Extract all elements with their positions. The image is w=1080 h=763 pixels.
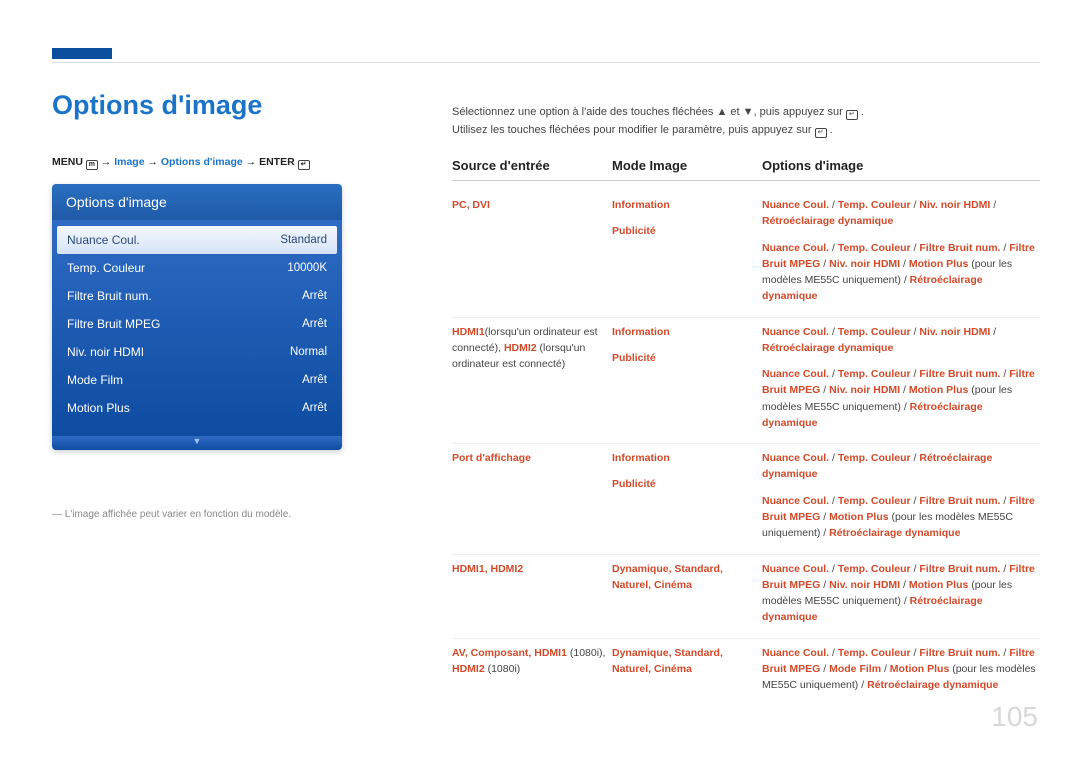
osd-item-value: Normal — [290, 346, 327, 358]
enter-icon: ↵ — [846, 110, 858, 120]
cell-options: Nuance Coul. / Temp. Couleur / Filtre Br… — [762, 561, 1040, 626]
scroll-down-icon[interactable]: ▼ — [52, 436, 342, 450]
cell-mode: Dynamique, Standard, Naturel, Cinéma — [612, 561, 762, 626]
osd-title: Options d'image — [52, 184, 342, 220]
osd-item[interactable]: Filtre Bruit num. Arrêt — [57, 282, 337, 310]
menu-icon: m — [86, 160, 98, 170]
description: Sélectionnez une option à l'aide des tou… — [452, 104, 1040, 139]
breadcrumb-seg: Options d'image — [161, 156, 243, 168]
osd-panel: Options d'image Nuance Coul. Standard Te… — [52, 184, 342, 450]
osd-item-label: Niv. noir HDMI — [67, 345, 144, 359]
cell-options: Nuance Coul. / Temp. Couleur / Niv. noir… — [762, 324, 1040, 432]
breadcrumb-enter: ENTER — [259, 156, 295, 168]
cell-source: PC, DVI — [452, 197, 612, 305]
page-number: 105 — [991, 701, 1038, 733]
footnote: ― L'image affichée peut varier en foncti… — [52, 509, 291, 520]
cell-options: Nuance Coul. / Temp. Couleur / Niv. noir… — [762, 197, 1040, 305]
col-header-options: Options d'image — [762, 158, 1040, 173]
osd-item[interactable]: Nuance Coul. Standard — [57, 226, 337, 254]
table-row: Port d'affichageInformationPublicitéNuan… — [452, 444, 1040, 554]
table-header: Source d'entrée Mode Image Options d'ima… — [452, 158, 1040, 181]
table-body: PC, DVIInformationPublicitéNuance Coul. … — [452, 191, 1040, 705]
breadcrumb-menu: MENU — [52, 156, 83, 168]
breadcrumb-seg: Image — [114, 156, 144, 168]
desc-line: Utilisez les touches fléchées pour modif… — [452, 124, 815, 136]
osd-item-label: Filtre Bruit MPEG — [67, 317, 160, 331]
desc-line: . — [861, 106, 864, 118]
desc-line: Sélectionnez une option à l'aide des tou… — [452, 106, 846, 118]
cell-source: AV, Composant, HDMI1 (1080i), HDMI2 (108… — [452, 645, 612, 694]
osd-item[interactable]: Temp. Couleur 10000K — [57, 254, 337, 282]
enter-icon: ↵ — [815, 128, 827, 138]
cell-mode: Dynamique, Standard, Naturel, Cinéma — [612, 645, 762, 694]
table-row: HDMI1(lorsqu'un ordinateur est connecté)… — [452, 318, 1040, 445]
cell-source: Port d'affichage — [452, 450, 612, 541]
osd-item[interactable]: Niv. noir HDMI Normal — [57, 338, 337, 366]
osd-item-label: Mode Film — [67, 373, 123, 387]
osd-item-value: Arrêt — [302, 374, 327, 386]
table-row: PC, DVIInformationPublicitéNuance Coul. … — [452, 191, 1040, 318]
col-header-mode: Mode Image — [612, 158, 762, 173]
osd-item-value: Arrêt — [302, 402, 327, 414]
osd-item[interactable]: Filtre Bruit MPEG Arrêt — [57, 310, 337, 338]
cell-mode: InformationPublicité — [612, 197, 762, 305]
horizontal-rule — [52, 62, 1040, 63]
cell-options: Nuance Coul. / Temp. Couleur / Rétroécla… — [762, 450, 1040, 541]
osd-item-value: 10000K — [287, 262, 327, 274]
osd-item-label: Motion Plus — [67, 401, 130, 415]
col-header-source: Source d'entrée — [452, 158, 612, 173]
desc-line: . — [830, 124, 833, 136]
osd-item[interactable]: Mode Film Arrêt — [57, 366, 337, 394]
page-accent-bar — [52, 48, 112, 59]
cell-mode: InformationPublicité — [612, 324, 762, 432]
osd-item-value: Arrêt — [302, 318, 327, 330]
cell-source: HDMI1, HDMI2 — [452, 561, 612, 626]
osd-item-label: Nuance Coul. — [67, 233, 140, 247]
osd-item-label: Filtre Bruit num. — [67, 289, 152, 303]
osd-item-value: Arrêt — [302, 290, 327, 302]
osd-list: Nuance Coul. Standard Temp. Couleur 1000… — [52, 220, 342, 436]
table-row: HDMI1, HDMI2Dynamique, Standard, Naturel… — [452, 555, 1040, 639]
osd-item[interactable]: Motion Plus Arrêt — [57, 394, 337, 422]
cell-source: HDMI1(lorsqu'un ordinateur est connecté)… — [452, 324, 612, 432]
table-row: AV, Composant, HDMI1 (1080i), HDMI2 (108… — [452, 639, 1040, 706]
breadcrumb: MENU m → Image → Options d'image → ENTER… — [52, 156, 310, 170]
options-table: Source d'entrée Mode Image Options d'ima… — [452, 158, 1040, 705]
enter-icon: ↵ — [298, 160, 310, 170]
osd-item-label: Temp. Couleur — [67, 261, 145, 275]
osd-item-value: Standard — [280, 234, 327, 246]
cell-mode: InformationPublicité — [612, 450, 762, 541]
page-title: Options d'image — [52, 90, 262, 121]
cell-options: Nuance Coul. / Temp. Couleur / Filtre Br… — [762, 645, 1040, 694]
